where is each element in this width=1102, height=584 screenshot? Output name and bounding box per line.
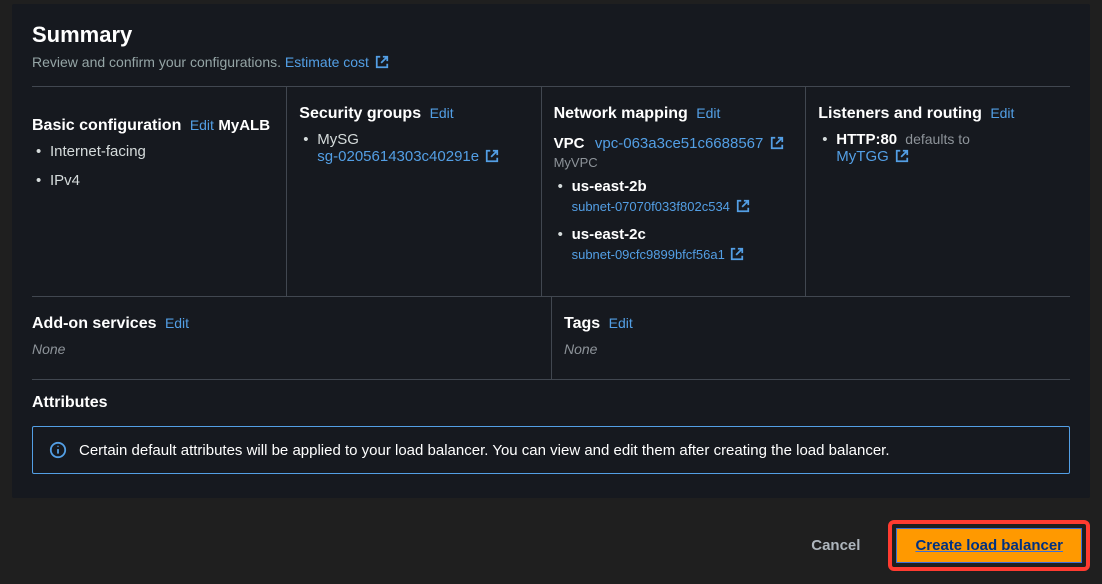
addons-edit-link[interactable]: Edit bbox=[165, 315, 189, 331]
attributes-info-text: Certain default attributes will be appli… bbox=[79, 442, 890, 459]
external-link-icon bbox=[770, 136, 784, 150]
vpc-name: MyVPC bbox=[554, 155, 794, 170]
listener-protocol: HTTP:80 bbox=[836, 131, 897, 148]
network-edit-link[interactable]: Edit bbox=[696, 105, 720, 121]
network-title: Network mapping bbox=[554, 105, 688, 122]
subnet-link[interactable]: subnet-09cfc9899bfcf56a1 bbox=[572, 247, 794, 262]
sg-name: MySG bbox=[317, 131, 359, 148]
attributes-info-box: Certain default attributes will be appli… bbox=[32, 426, 1070, 474]
target-group-link[interactable]: MyTGG bbox=[836, 148, 909, 165]
listeners-title: Listeners and routing bbox=[818, 105, 982, 122]
listeners-section: Listeners and routing Edit HTTP:80 defau… bbox=[805, 87, 1070, 296]
tags-value: None bbox=[564, 341, 1058, 357]
security-title: Security groups bbox=[299, 105, 421, 122]
page-subtitle: Review and confirm your configurations. … bbox=[32, 54, 1070, 70]
listener-defaults-to: defaults to bbox=[905, 131, 970, 147]
page-title: Summary bbox=[32, 22, 1070, 48]
security-group-item: MySG sg-0205614303c40291e bbox=[299, 131, 528, 165]
addons-section: Add-on services Edit None bbox=[32, 297, 551, 379]
addons-title: Add-on services bbox=[32, 315, 156, 332]
external-link-icon bbox=[895, 149, 909, 163]
summary-row-2: Add-on services Edit None Tags Edit None bbox=[32, 297, 1070, 379]
basic-item: IPv4 bbox=[32, 172, 274, 189]
summary-grid: Basic configuration Edit MyALB Internet-… bbox=[32, 87, 1070, 296]
tags-edit-link[interactable]: Edit bbox=[609, 315, 633, 331]
summary-panel: Summary Review and confirm your configur… bbox=[12, 4, 1090, 498]
external-link-icon bbox=[485, 149, 499, 163]
estimate-cost-link[interactable]: Estimate cost bbox=[285, 54, 389, 70]
footer-actions: Cancel Create load balancer bbox=[12, 498, 1090, 571]
info-icon bbox=[49, 441, 67, 459]
vpc-label: VPC bbox=[554, 135, 585, 152]
summary-header: Summary Review and confirm your configur… bbox=[32, 4, 1070, 86]
sg-id-link[interactable]: sg-0205614303c40291e bbox=[317, 148, 499, 165]
attributes-section: Attributes Certain default attributes wi… bbox=[32, 380, 1070, 474]
basic-item: Internet-facing bbox=[32, 143, 274, 160]
listener-item: HTTP:80 defaults to MyTGG bbox=[818, 131, 1070, 165]
basic-edit-link[interactable]: Edit bbox=[190, 117, 214, 133]
create-button-highlight: Create load balancer bbox=[888, 520, 1090, 571]
basic-configuration-section: Basic configuration Edit MyALB Internet-… bbox=[32, 87, 286, 296]
external-link-icon bbox=[736, 199, 750, 213]
az-item: us-east-2c subnet-09cfc9899bfcf56a1 bbox=[554, 226, 794, 262]
basic-title: Basic configuration bbox=[32, 117, 181, 134]
external-link-icon bbox=[375, 55, 389, 69]
network-mapping-section: Network mapping Edit VPC vpc-063a3ce51c6… bbox=[541, 87, 806, 296]
security-groups-section: Security groups Edit MySG sg-0205614303c… bbox=[286, 87, 540, 296]
attributes-title: Attributes bbox=[32, 394, 108, 411]
az-item: us-east-2b subnet-07070f033f802c534 bbox=[554, 178, 794, 214]
addons-value: None bbox=[32, 341, 539, 357]
vpc-id-link[interactable]: vpc-063a3ce51c6688567 bbox=[595, 135, 784, 152]
tags-section: Tags Edit None bbox=[551, 297, 1070, 379]
security-edit-link[interactable]: Edit bbox=[430, 105, 454, 121]
az-name: us-east-2b bbox=[572, 178, 647, 195]
listeners-edit-link[interactable]: Edit bbox=[990, 105, 1014, 121]
az-name: us-east-2c bbox=[572, 226, 646, 243]
external-link-icon bbox=[730, 247, 744, 261]
tags-title: Tags bbox=[564, 315, 600, 332]
create-load-balancer-button[interactable]: Create load balancer bbox=[896, 528, 1082, 563]
cancel-button[interactable]: Cancel bbox=[799, 527, 872, 564]
subtitle-text: Review and confirm your configurations. bbox=[32, 54, 285, 70]
lb-name: MyALB bbox=[218, 117, 270, 134]
subnet-link[interactable]: subnet-07070f033f802c534 bbox=[572, 199, 794, 214]
